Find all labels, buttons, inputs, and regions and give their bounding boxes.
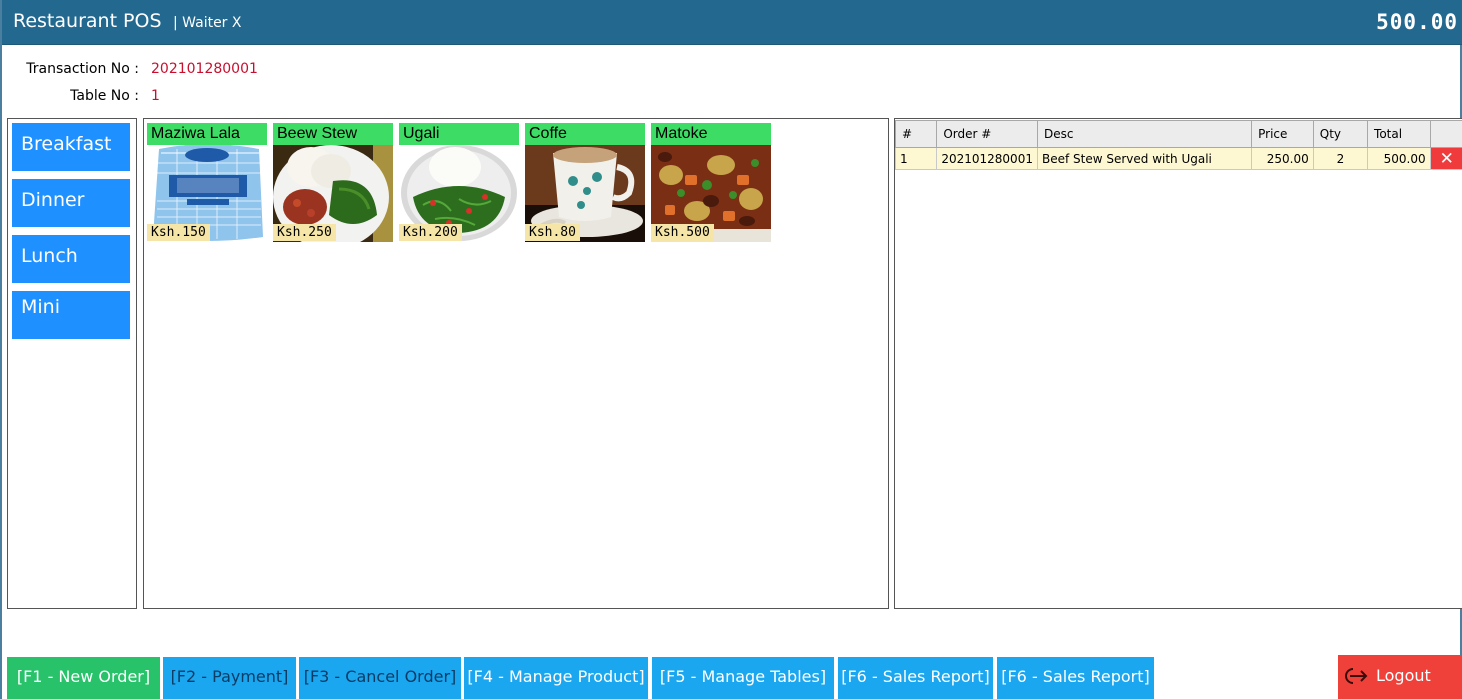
order-table-header: # Order # Desc Price Qty Total [894, 120, 1462, 148]
row-qty: 2 [1312, 147, 1369, 170]
product-panel: Maziwa Lala Ksh.150 Beew Stew Ksh.250 Ug… [143, 118, 889, 609]
table-number: 1 [151, 88, 160, 104]
product-card-ugali[interactable]: Ugali Ksh.200 [399, 123, 519, 242]
category-mini-button[interactable]: Mini [12, 291, 130, 339]
product-price: Ksh.80 [525, 224, 580, 241]
order-panel: # Order # Desc Price Qty Total 1 2021012… [894, 118, 1462, 609]
transaction-number: 202101280001 [151, 61, 258, 77]
payment-button[interactable]: [F2 - Payment] [163, 657, 296, 699]
new-order-button[interactable]: [F1 - New Order] [7, 657, 160, 699]
product-name: Coffe [525, 123, 645, 145]
logout-label: Logout [1376, 666, 1431, 685]
logout-icon [1345, 668, 1368, 684]
product-price: Ksh.250 [273, 224, 336, 241]
product-price: Ksh.500 [651, 224, 714, 241]
product-price: Ksh.200 [399, 224, 462, 241]
row-desc: Beef Stew Served with Ugali [1036, 147, 1253, 170]
column-header-total[interactable]: Total [1367, 120, 1431, 148]
column-header-action [1429, 120, 1462, 148]
category-panel: Breakfast Dinner Lunch Mini [7, 118, 137, 609]
category-dinner-button[interactable]: Dinner [12, 179, 130, 227]
column-header-qty[interactable]: Qty [1312, 120, 1369, 148]
product-name: Ugali [399, 123, 519, 145]
column-header-price[interactable]: Price [1251, 120, 1314, 148]
order-table: # Order # Desc Price Qty Total 1 2021012… [894, 120, 1462, 170]
total-display: 500.00 [1376, 10, 1458, 34]
product-name: Maziwa Lala [147, 123, 267, 145]
delete-icon[interactable]: ✕ [1429, 147, 1462, 170]
logout-button[interactable]: Logout [1338, 655, 1462, 699]
app-title: Restaurant POS [13, 10, 162, 32]
sales-report-button[interactable]: [F6 - Sales Report] [838, 657, 993, 699]
sales-report-button-2[interactable]: [F6 - Sales Report] [997, 657, 1154, 699]
app-window: Restaurant POS | Waiter X 500.00 Transac… [0, 0, 1462, 699]
product-card-coffe[interactable]: Coffe Ksh.80 [525, 123, 645, 242]
row-index: 1 [894, 147, 938, 170]
product-price: Ksh.150 [147, 224, 210, 241]
title-bar: Restaurant POS | Waiter X 500.00 [2, 0, 1462, 45]
column-header-desc[interactable]: Desc [1036, 120, 1253, 148]
row-price: 250.00 [1251, 147, 1314, 170]
transaction-label: Transaction No : [26, 61, 139, 77]
cancel-order-button[interactable]: [F3 - Cancel Order] [299, 657, 461, 699]
column-header-index[interactable]: # [894, 120, 938, 148]
column-header-order-no[interactable]: Order # [936, 120, 1038, 148]
manage-product-button[interactable]: [F4 - Manage Product] [464, 657, 648, 699]
product-card-maziwa-lala[interactable]: Maziwa Lala Ksh.150 [147, 123, 267, 242]
product-name: Matoke [651, 123, 771, 145]
product-name: Beew Stew [273, 123, 393, 145]
row-total: 500.00 [1367, 147, 1431, 170]
table-label: Table No : [70, 88, 139, 104]
product-card-beew-stew[interactable]: Beew Stew Ksh.250 [273, 123, 393, 242]
manage-tables-button[interactable]: [F5 - Manage Tables] [652, 657, 834, 699]
waiter-label: | Waiter X [173, 15, 242, 31]
row-order-no: 202101280001 [936, 147, 1038, 170]
category-breakfast-button[interactable]: Breakfast [12, 123, 130, 171]
category-lunch-button[interactable]: Lunch [12, 235, 130, 283]
table-row[interactable]: 1 202101280001 Beef Stew Served with Uga… [894, 147, 1462, 170]
product-card-matoke[interactable]: Matoke Ksh.500 [651, 123, 771, 242]
